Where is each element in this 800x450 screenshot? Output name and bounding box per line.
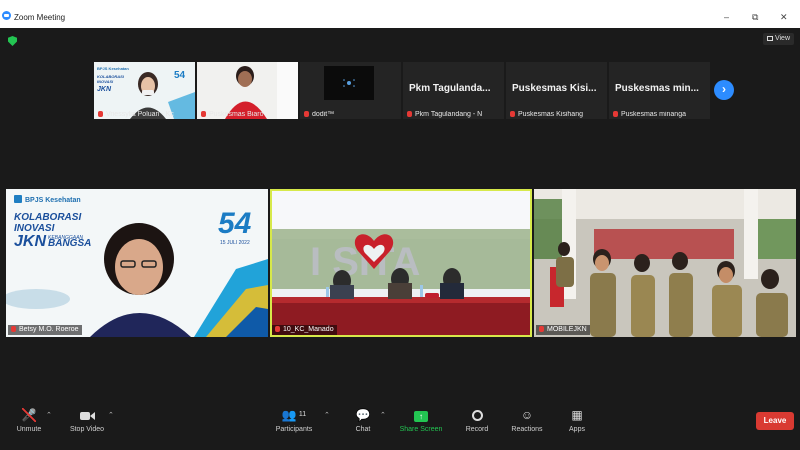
svg-text:INOVASI: INOVASI <box>97 79 114 84</box>
share-screen-icon: ↑ <box>396 408 446 422</box>
svg-text:15 JULI 2022: 15 JULI 2022 <box>220 240 250 246</box>
thumbnail-name: dodit™ <box>304 111 334 118</box>
reactions-button[interactable]: ☺ Reactions <box>508 408 546 433</box>
view-label: View <box>774 35 790 42</box>
svg-text:54: 54 <box>218 207 252 240</box>
svg-text:JKN: JKN <box>14 233 46 250</box>
view-button[interactable]: View <box>762 33 794 45</box>
apps-label: Apps <box>569 426 585 433</box>
muted-microphone-icon: 🎤 <box>12 408 46 422</box>
chevron-up-icon[interactable]: ⌃ <box>380 411 386 419</box>
muted-mic-icon <box>407 111 412 117</box>
record-icon <box>462 408 492 422</box>
unmute-button[interactable]: 🎤 Unmute ⌃ <box>12 408 52 433</box>
thumbnail-name: Pkm Tagulandang - N <box>407 111 482 118</box>
svg-text:BANGSA: BANGSA <box>48 238 91 249</box>
next-page-arrow-icon[interactable]: › <box>714 80 734 100</box>
muted-mic-icon <box>613 111 618 117</box>
chevron-up-icon[interactable]: ⌃ <box>108 411 114 419</box>
thumbnail-participant-1[interactable]: BPJS Kesehatan KOLABORASI INOVASI JKN 54… <box>94 62 195 119</box>
participants-button[interactable]: 👥 11 Participants ⌃ <box>270 408 330 433</box>
zoom-app-icon <box>2 11 11 20</box>
muted-mic-icon <box>539 326 544 332</box>
svg-text:54: 54 <box>174 70 186 81</box>
participants-count: 11 <box>298 411 307 418</box>
muted-mic-icon <box>275 326 280 332</box>
stop-video-label: Stop Video <box>69 426 105 433</box>
thumbnail-participant-4[interactable]: Pkm Tagulanda... Pkm Tagulandang - N <box>403 62 504 119</box>
meeting-top-bar <box>0 28 800 50</box>
participant-video <box>534 189 796 337</box>
smiley-icon: ☺ <box>520 408 534 422</box>
muted-mic-icon <box>11 326 16 332</box>
grid-view-icon <box>766 35 773 41</box>
participant-name-label: MOBILEJKN <box>536 325 590 335</box>
thumbnail-name: Puskesmas minanga <box>613 111 686 118</box>
close-button[interactable]: ✕ <box>780 13 788 22</box>
unmute-label: Unmute <box>16 426 42 433</box>
leave-button[interactable]: Leave <box>756 412 794 430</box>
thumbnail-participant-3[interactable]: dodit™ <box>300 62 401 119</box>
minimize-button[interactable]: – <box>724 13 729 22</box>
chat-button[interactable]: 💬 Chat ⌃ <box>350 408 386 433</box>
thumbnail-name: Puskesmas Biaro <box>201 111 263 118</box>
record-label: Record <box>465 426 489 433</box>
chevron-up-icon[interactable]: ⌃ <box>324 411 330 419</box>
share-screen-label: Share Screen <box>399 426 443 433</box>
participant-name-label: 10_KC_Manado <box>272 325 337 335</box>
thumbnail-participant-2[interactable]: Puskesmas Biaro <box>197 62 298 119</box>
video-tile-active-speaker[interactable]: I SITA 10_KC_Manado <box>270 189 532 337</box>
title-bar: Zoom Meeting – ⧉ ✕ <box>0 0 800 28</box>
participant-display-name: Pkm Tagulanda... <box>409 83 491 94</box>
participant-display-name: Puskesmas Kisi... <box>512 83 597 94</box>
svg-text:JKN: JKN <box>97 86 112 93</box>
reactions-label: Reactions <box>511 426 543 433</box>
window-title: Zoom Meeting <box>14 13 66 22</box>
chat-bubble-icon: 💬 <box>355 408 371 422</box>
muted-mic-icon <box>510 111 515 117</box>
participants-icon: 👥 11 <box>281 408 307 422</box>
svg-text:BPJS Kesehatan: BPJS Kesehatan <box>97 66 129 71</box>
chevron-up-icon[interactable]: ⌃ <box>46 411 52 419</box>
thumbnail-name: Puskesmas Kisihang <box>510 111 583 118</box>
thumbnail-participant-5[interactable]: Puskesmas Kisi... Puskesmas Kisihang <box>506 62 607 119</box>
share-screen-button[interactable]: ↑ Share Screen <box>396 408 446 433</box>
muted-mic-icon <box>201 111 206 117</box>
video-tile-participant[interactable]: MOBILEJKN <box>534 189 796 337</box>
participant-display-name: Puskesmas min... <box>615 83 699 94</box>
svg-text:KOLABORASI: KOLABORASI <box>14 212 81 223</box>
apps-button[interactable]: ▦ Apps <box>564 408 590 433</box>
thumbnail-name: Vriessylia Poluan - Kc <box>98 111 174 118</box>
stop-video-button[interactable]: Stop Video ⌃ <box>64 408 114 433</box>
svg-text:BPJS Kesehatan: BPJS Kesehatan <box>25 197 81 204</box>
apps-icon: ▦ <box>571 408 583 422</box>
video-camera-icon <box>64 408 110 422</box>
participant-name-label: Betsy M.O. Roeroe <box>8 325 82 335</box>
video-tile-speaker[interactable]: BPJS Kesehatan KOLABORASI INOVASI JKN KE… <box>6 189 268 337</box>
muted-mic-icon <box>98 111 103 117</box>
muted-mic-icon <box>304 111 309 117</box>
thumbnail-participant-6[interactable]: Puskesmas min... Puskesmas minanga <box>609 62 710 119</box>
chat-label: Chat <box>355 426 371 433</box>
active-speaker-video: I SITA <box>270 189 532 337</box>
restore-button[interactable]: ⧉ <box>752 13 758 22</box>
participants-label: Participants <box>275 426 313 433</box>
speaker-video: BPJS Kesehatan KOLABORASI INOVASI JKN KE… <box>6 189 268 337</box>
record-button[interactable]: Record <box>462 408 492 433</box>
